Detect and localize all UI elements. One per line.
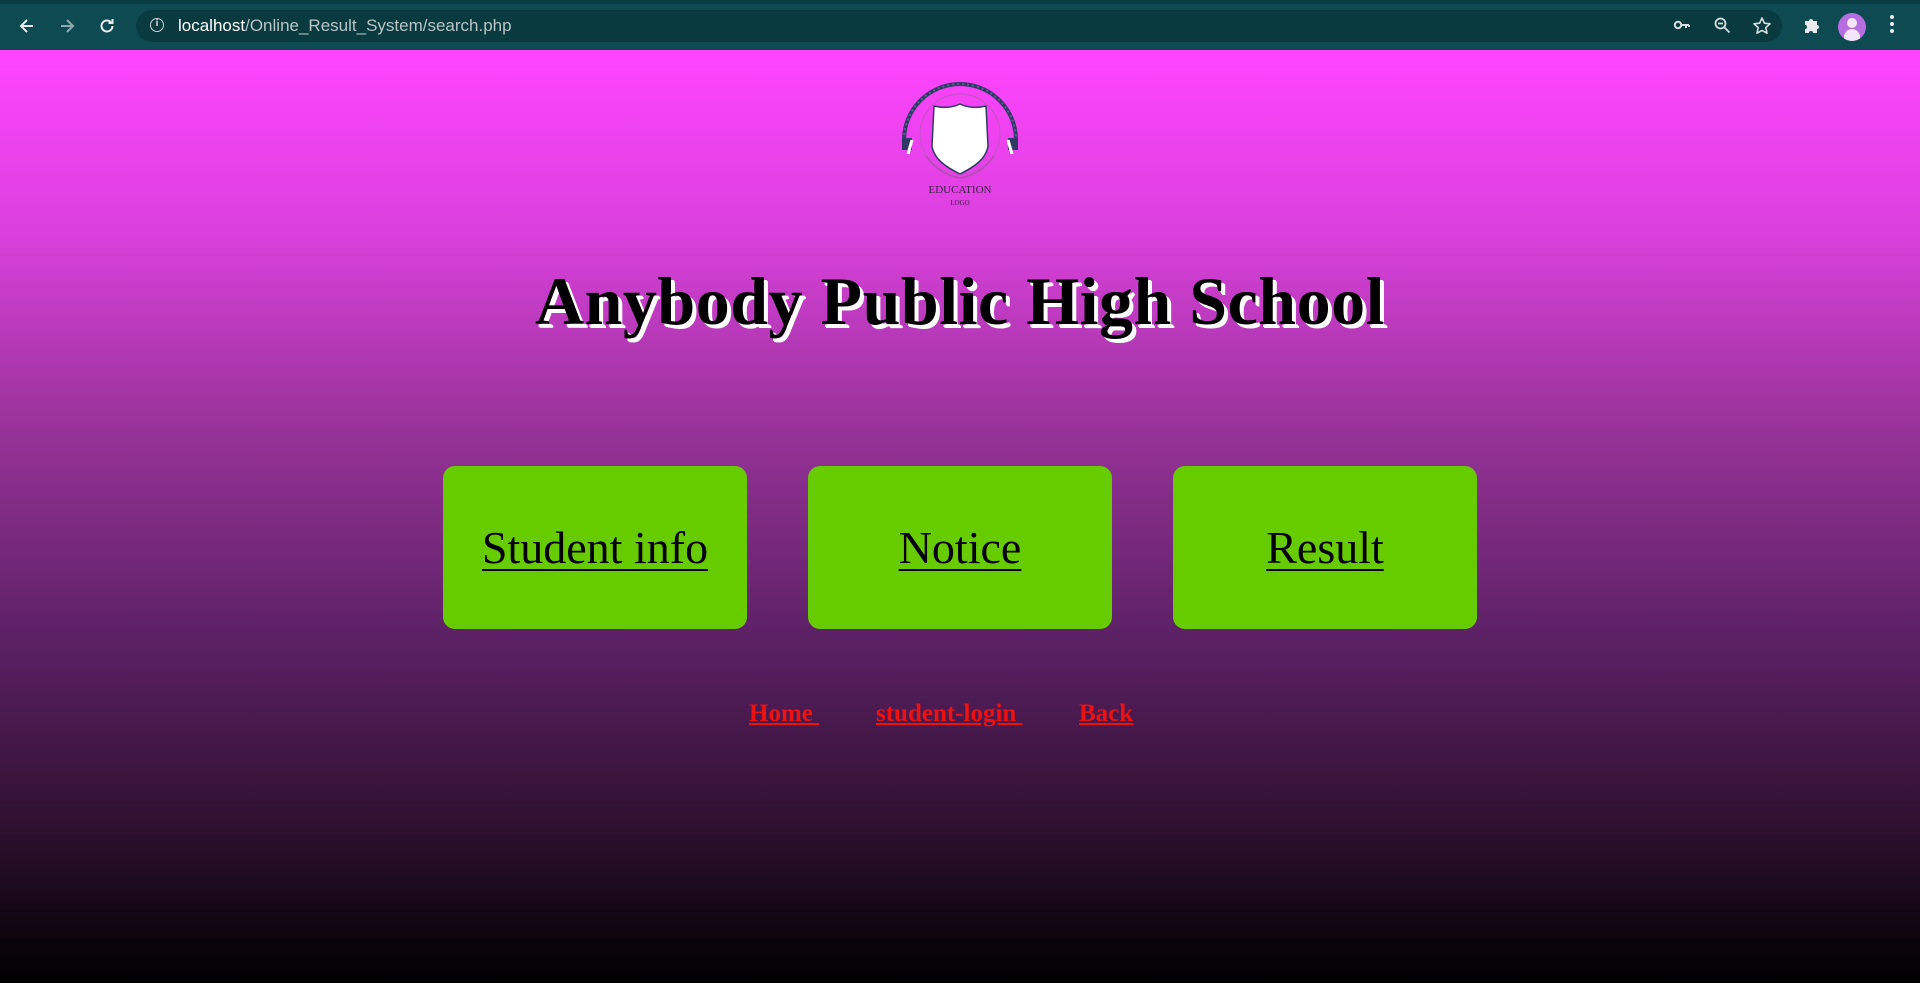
avatar-head bbox=[1847, 18, 1857, 28]
student-info-card[interactable]: Student info bbox=[443, 466, 747, 629]
browser-toolbar: i localhost/Online_Result_System/search.… bbox=[0, 0, 1920, 50]
info-icon[interactable]: i bbox=[150, 18, 164, 32]
education-logo: EDUCATION LOGO bbox=[896, 56, 1024, 212]
home-link[interactable]: Home bbox=[749, 700, 819, 728]
shield-logo-icon bbox=[902, 82, 1018, 179]
reload-icon[interactable] bbox=[94, 13, 120, 39]
address-bar[interactable]: i localhost/Online_Result_System/search.… bbox=[136, 10, 1782, 42]
result-card[interactable]: Result bbox=[1173, 466, 1477, 629]
kebab-menu-icon[interactable] bbox=[1880, 14, 1904, 38]
url-path: /Online_Result_System/search.php bbox=[245, 16, 512, 35]
zoom-icon[interactable] bbox=[1712, 16, 1732, 36]
forward-arrow-icon[interactable] bbox=[54, 13, 80, 39]
key-icon[interactable] bbox=[1672, 16, 1692, 36]
url-text[interactable]: localhost/Online_Result_System/search.ph… bbox=[178, 16, 512, 36]
tab-strip bbox=[0, 0, 1920, 4]
notice-link[interactable]: Notice bbox=[899, 521, 1022, 574]
result-link[interactable]: Result bbox=[1266, 521, 1384, 574]
logo-text-logo: LOGO bbox=[950, 199, 970, 207]
student-info-link[interactable]: Student info bbox=[482, 521, 708, 574]
page-title: Anybody Public High School bbox=[534, 263, 1386, 339]
profile-avatar[interactable] bbox=[1838, 13, 1866, 41]
logo-text-education: EDUCATION bbox=[928, 184, 992, 196]
avatar-body bbox=[1844, 29, 1860, 41]
back-link[interactable]: Back bbox=[1079, 700, 1133, 728]
page-body: EDUCATION LOGO Anybody Public High Schoo… bbox=[0, 50, 1920, 983]
star-icon[interactable] bbox=[1752, 16, 1772, 36]
notice-card[interactable]: Notice bbox=[808, 466, 1112, 629]
puzzle-icon[interactable] bbox=[1800, 14, 1824, 38]
back-arrow-icon[interactable] bbox=[14, 13, 40, 39]
student-login-link[interactable]: student-login bbox=[876, 700, 1023, 728]
url-host: localhost bbox=[178, 16, 246, 35]
